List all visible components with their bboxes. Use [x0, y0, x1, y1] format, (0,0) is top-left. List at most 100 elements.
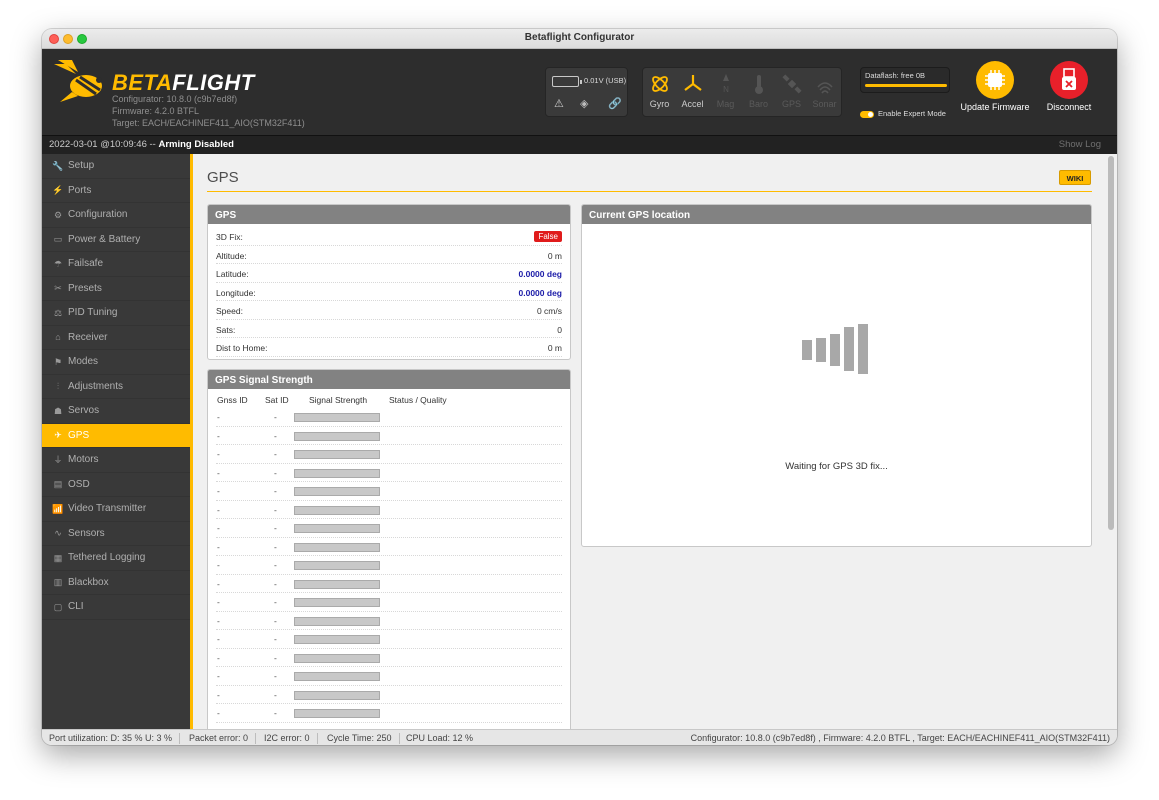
battery-icon: ▭	[53, 234, 63, 245]
gnss-id-cell: -	[217, 578, 220, 589]
sidebar-item-label: PID Tuning	[68, 307, 118, 319]
gyro-icon	[651, 76, 668, 92]
sidebar-item-motors[interactable]: ⏚ Motors	[42, 448, 190, 473]
table-row: --	[216, 482, 562, 501]
servo-icon: ☗	[53, 405, 63, 416]
gps-row-value: 0 m	[547, 250, 562, 261]
wiki-button[interactable]: WIKI	[1059, 170, 1091, 185]
sidebar-item-receiver[interactable]: ⌂ Receiver	[42, 326, 190, 350]
sidebar-item-tethered-logging[interactable]: ▦ Tethered Logging	[42, 546, 190, 571]
gps-row-speed: Speed: 0 cm/s	[216, 301, 562, 320]
compass-icon: N	[722, 74, 729, 94]
gps-row-value: 0.0000 deg	[518, 287, 562, 298]
sat-id-cell: -	[274, 597, 277, 607]
sat-id-cell: -	[274, 615, 277, 626]
presets-icon: ✂	[54, 283, 62, 294]
signal-strength-bar	[294, 505, 380, 515]
gnss-id-cell: -	[217, 486, 220, 496]
sidebar-item-label: Failsafe	[68, 258, 104, 270]
parachute-icon: ☂	[53, 258, 63, 269]
gps-row-longitude: Longitude: 0.0000 deg	[216, 283, 562, 301]
gps-row-label: Speed:	[216, 306, 243, 316]
app-window: Betaflight Configurator BETAFLIGHT Confi…	[42, 29, 1117, 745]
gnss-id-cell: -	[217, 523, 220, 533]
signal-strength-bar	[294, 524, 380, 533]
sidebar-item-label: Adjustments	[68, 380, 124, 392]
sidebar-item-failsafe[interactable]: ☂ Failsafe	[42, 252, 190, 277]
table-row: --	[216, 612, 562, 630]
signal-strength-bar	[294, 413, 380, 422]
loading-bars-icon	[802, 324, 868, 374]
osd-icon: ▤	[53, 479, 63, 490]
status-badge: False	[534, 231, 562, 242]
show-log-link[interactable]: Show Log	[1059, 139, 1101, 150]
sat-id-cell: -	[274, 578, 277, 589]
arming-status: Arming Disabled	[158, 139, 234, 150]
sidebar-item-setup[interactable]: 🔧 Setup	[42, 154, 190, 179]
receiver-icon: ⌂	[55, 332, 61, 343]
signal-strength-bar	[294, 635, 380, 644]
sat-id-cell: -	[274, 634, 277, 644]
satellite-icon	[781, 74, 802, 94]
sensor-accel: Accel	[676, 68, 709, 116]
sidebar-item-blackbox[interactable]: ▥ Blackbox	[42, 571, 190, 595]
configurator-version: Configurator: 10.8.0 (c9b7ed8f)	[112, 94, 238, 104]
table-row: --	[216, 667, 562, 686]
gps-row-value: 0.0000 deg	[518, 269, 562, 279]
signal-strength-bar	[294, 450, 380, 459]
sidebar-item-presets[interactable]: ✂ Presets	[42, 277, 190, 301]
table-row: --	[216, 556, 562, 575]
link-quality-icon: ◈	[580, 98, 589, 110]
location-box-title: Current GPS location	[582, 205, 1091, 224]
sidebar-item-ports[interactable]: ⚡ Ports	[42, 179, 190, 203]
content-scrollbar[interactable]	[1108, 156, 1114, 530]
sidebar-item-adjustments[interactable]: ⫶ Adjustments	[42, 375, 190, 399]
sidebar-item-label: Receiver	[68, 331, 108, 343]
sidebar-item-label: Motors	[68, 454, 99, 466]
sidebar-item-cli[interactable]: ▢ CLI	[42, 595, 190, 620]
column-signal-strength: Signal Strength	[309, 395, 368, 405]
gps-row-sats: Sats: 0	[216, 320, 562, 338]
sidebar-item-video-transmitter[interactable]: 📶 Video Transmitter	[42, 497, 190, 522]
gps-row-3d-fix: 3D Fix: False	[216, 227, 562, 246]
sidebar-item-gps[interactable]: ✈ GPS	[42, 423, 190, 448]
status-text: 2022-03-01 @10:09:46 -- Arming Disabled	[49, 139, 234, 150]
gnss-id-cell: -	[217, 671, 220, 681]
battery-icon	[552, 76, 582, 87]
table-row: --	[216, 575, 562, 593]
gps-row-label: Dist to Home:	[216, 343, 268, 353]
terminal-icon: ▢	[53, 601, 63, 612]
sidebar-item-modes[interactable]: ⚑ Modes	[42, 350, 190, 375]
target-info: Target: EACH/EACHINEF411_AIO(STM32F411)	[112, 118, 305, 128]
signal-strength-bar	[294, 709, 380, 718]
disconnect-button[interactable]: Disconnect	[1034, 61, 1104, 113]
table-row: --	[216, 686, 562, 704]
signal-strength-bar	[294, 690, 380, 700]
sidebar-item-label: Video Transmitter	[68, 503, 147, 515]
sidebar-item-servos[interactable]: ☗ Servos	[42, 399, 190, 424]
header: BETAFLIGHT Configurator: 10.8.0 (c9b7ed8…	[42, 49, 1117, 135]
sidebar-item-osd[interactable]: ▤ OSD	[42, 473, 190, 497]
gps-row-altitude: Altitude: 0 m	[216, 246, 562, 264]
sidebar-item-configuration[interactable]: ⚙ Configuration	[42, 203, 190, 228]
blackbox-icon: ▥	[53, 577, 63, 588]
sidebar-item-sensors[interactable]: ∿ Sensors	[42, 522, 190, 546]
sidebar-item-label: Sensors	[68, 527, 105, 539]
gnss-id-cell: -	[217, 634, 220, 644]
gps-row-label: Sats:	[216, 324, 236, 335]
toggle-switch-icon[interactable]	[860, 110, 874, 118]
gnss-id-cell: -	[217, 708, 220, 718]
update-firmware-button[interactable]: Update Firmware	[960, 61, 1030, 113]
dataflash-bar	[865, 84, 947, 87]
gps-info-box: GPS 3D Fix: False Altitude: 0 m Latitude: 0.0…	[207, 204, 571, 360]
gnss-id-cell: -	[217, 560, 220, 570]
sidebar-item-label: Power & Battery	[68, 233, 141, 245]
gnss-id-cell: -	[217, 541, 220, 552]
sidebar-item-label: OSD	[68, 478, 90, 490]
pulse-icon: ∿	[54, 528, 62, 539]
sidebar-item-pid-tuning[interactable]: ⚖ PID Tuning	[42, 301, 190, 326]
gps-row-label: Latitude:	[216, 269, 249, 279]
sidebar-item-power-battery[interactable]: ▭ Power & Battery	[42, 228, 190, 252]
expert-mode-toggle[interactable]: Enable Expert Mode	[860, 109, 946, 118]
port-utilization: Port utilization: D: 35 % U: 3 %	[42, 733, 181, 744]
